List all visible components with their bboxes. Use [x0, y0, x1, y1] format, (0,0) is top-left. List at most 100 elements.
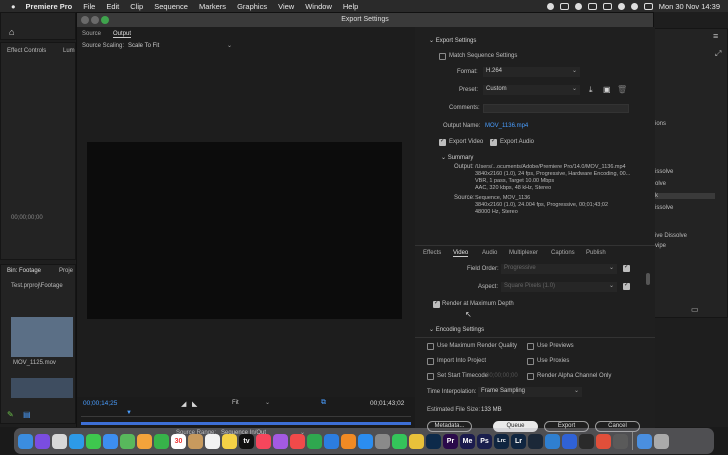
control-center-icon[interactable]: [643, 2, 653, 10]
start-timecode-field[interactable]: 00;00;00;00: [486, 373, 518, 379]
media-encoder-icon[interactable]: Me: [460, 433, 475, 449]
format-select[interactable]: H.264 ⌄: [483, 67, 580, 77]
field-order-select[interactable]: Progressive ⌄: [501, 264, 617, 274]
effect-controls-tab[interactable]: Effect Controls: [7, 48, 46, 54]
trash-icon[interactable]: [654, 433, 669, 449]
podcasts-icon[interactable]: [273, 433, 288, 449]
use-proxies-checkbox[interactable]: [527, 358, 534, 365]
set-start-timecode-checkbox[interactable]: [427, 373, 434, 380]
tab-video[interactable]: Video: [453, 250, 469, 257]
spotlight-icon[interactable]: [630, 2, 638, 10]
clip-name[interactable]: MOV_1125.mov: [13, 360, 56, 366]
settings-icon[interactable]: [375, 433, 390, 449]
export-audio-checkbox[interactable]: [490, 137, 497, 146]
menu-graphics[interactable]: Graphics: [237, 2, 267, 11]
set-out-point-icon[interactable]: ◣: [192, 400, 197, 408]
timeline-track[interactable]: [81, 416, 411, 417]
chrome-icon[interactable]: [409, 433, 424, 449]
render-alpha-checkbox[interactable]: [527, 373, 534, 380]
obs-icon[interactable]: [579, 433, 594, 449]
summary-header[interactable]: ⌄ Summary: [441, 154, 473, 161]
effects-item-2[interactable]: issolve: [655, 169, 673, 175]
clip-thumbnail[interactable]: [11, 317, 73, 357]
music-icon[interactable]: [256, 433, 271, 449]
folder-icon[interactable]: [637, 433, 652, 449]
menu-file[interactable]: File: [83, 2, 95, 11]
effects-item-7[interactable]: vipe: [655, 243, 666, 249]
steam-icon[interactable]: [528, 433, 543, 449]
use-previews-checkbox[interactable]: [527, 343, 534, 350]
comments-input[interactable]: [483, 104, 629, 113]
menu-app-name[interactable]: Premiere Pro: [26, 2, 73, 11]
effects-item-4[interactable]: k: [655, 193, 715, 199]
lumetri-tab[interactable]: Lum: [63, 48, 75, 54]
output-name-link[interactable]: MOV_1136.mp4: [485, 123, 528, 129]
news-icon[interactable]: [290, 433, 305, 449]
wifi-icon[interactable]: [617, 2, 625, 10]
launchpad-icon[interactable]: [52, 433, 67, 449]
aspect-select[interactable]: Square Pixels (1.0) ⌄: [501, 282, 617, 292]
import-into-project-checkbox[interactable]: [427, 358, 434, 365]
effects-item-3[interactable]: olve: [655, 181, 666, 187]
folder-icon-small[interactable]: ▭: [691, 305, 699, 314]
aspect-toggle-icon[interactable]: ⧉: [321, 399, 326, 407]
messages-icon[interactable]: [86, 433, 101, 449]
menu-view[interactable]: View: [278, 2, 294, 11]
minimize-window-button[interactable]: [91, 16, 99, 24]
match-sequence-checkbox[interactable]: [439, 53, 446, 60]
max-render-quality-checkbox[interactable]: [427, 343, 434, 350]
appstore-icon[interactable]: [358, 433, 373, 449]
tab-audio[interactable]: Audio: [482, 250, 497, 256]
effects-item-6[interactable]: ive Dissolve: [655, 233, 687, 239]
scrollbar-thumb[interactable]: [646, 273, 650, 285]
lightroom-classic-icon[interactable]: Lrc: [494, 433, 509, 449]
menu-edit[interactable]: Edit: [106, 2, 119, 11]
facetime-icon[interactable]: [154, 433, 169, 449]
source-scaling-select[interactable]: Scale To Fit ⌄: [125, 42, 235, 52]
aspect-match-checkbox[interactable]: [623, 281, 630, 290]
preset-select[interactable]: Custom ⌄: [483, 85, 580, 95]
menu-window[interactable]: Window: [305, 2, 332, 11]
premiere-icon[interactable]: Pr: [443, 433, 458, 449]
tab-multiplexer[interactable]: Multiplexer: [509, 250, 538, 256]
lightroom-icon[interactable]: Lr: [511, 433, 526, 449]
premiere-rush-icon[interactable]: Ps: [477, 433, 492, 449]
contacts-icon[interactable]: [188, 433, 203, 449]
numbers-icon[interactable]: [307, 433, 322, 449]
photoshop-icon[interactable]: [426, 433, 441, 449]
list-view-icon[interactable]: ▤: [23, 410, 31, 419]
field-order-match-checkbox[interactable]: [623, 263, 630, 272]
project-tab[interactable]: Proje: [59, 268, 73, 274]
source-range-bar[interactable]: [81, 422, 411, 425]
siri-icon[interactable]: [35, 433, 50, 449]
render-max-depth-checkbox[interactable]: [433, 299, 440, 308]
whatsapp-icon[interactable]: [392, 433, 407, 449]
workspace-menu-icon[interactable]: ≡: [713, 31, 718, 41]
clip-thumbnail-2[interactable]: [11, 378, 73, 398]
tab-effects[interactable]: Effects: [423, 250, 441, 256]
save-preset-icon[interactable]: ⤓: [589, 85, 593, 95]
playhead-icon[interactable]: ▼: [126, 410, 132, 416]
fit-select[interactable]: Fit ⌄: [229, 399, 273, 409]
time-interpolation-select[interactable]: Frame Sampling ⌄: [478, 387, 582, 397]
maps-icon[interactable]: [120, 433, 135, 449]
menu-sequence[interactable]: Sequence: [154, 2, 188, 11]
menu-markers[interactable]: Markers: [199, 2, 226, 11]
app-icon-a[interactable]: [596, 433, 611, 449]
encoding-settings-header[interactable]: ⌄ Encoding Settings: [429, 326, 484, 333]
in-timecode[interactable]: 00;00;14;25: [83, 400, 117, 407]
reminders-icon[interactable]: [205, 433, 220, 449]
vscode-icon[interactable]: [545, 433, 560, 449]
photos-icon[interactable]: [137, 433, 152, 449]
bin-footage-tab[interactable]: Bin: Footage: [7, 268, 41, 274]
finder-icon[interactable]: [18, 433, 33, 449]
tab-source[interactable]: Source: [82, 31, 101, 37]
menu-help[interactable]: Help: [343, 2, 358, 11]
set-in-point-icon[interactable]: ◢: [181, 400, 186, 408]
keynote-icon[interactable]: [324, 433, 339, 449]
app-icon-b[interactable]: [613, 433, 628, 449]
close-window-button[interactable]: [81, 16, 89, 24]
tab-output[interactable]: Output: [113, 31, 132, 38]
tab-captions[interactable]: Captions: [551, 250, 575, 256]
mail-icon[interactable]: [103, 433, 118, 449]
